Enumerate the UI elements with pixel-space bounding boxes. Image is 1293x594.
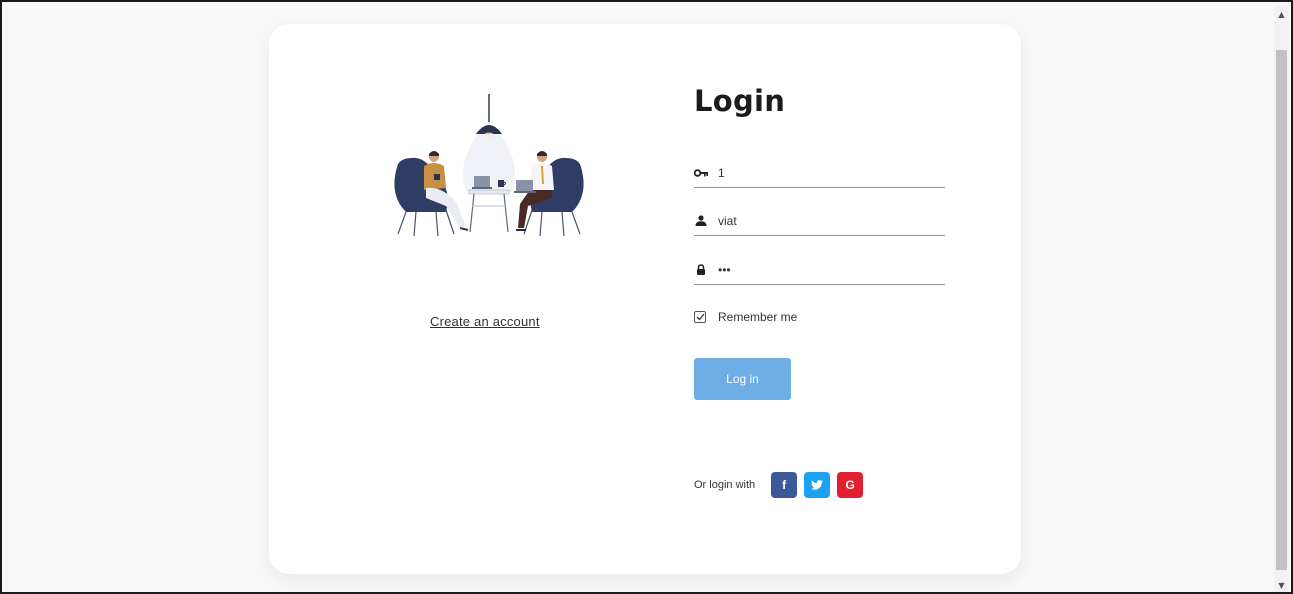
scroll-up-arrow-icon[interactable]: ▲ — [1274, 6, 1289, 23]
login-button[interactable]: Log in — [694, 358, 791, 400]
create-account-link[interactable]: Create an account — [430, 314, 540, 329]
social-login-label: Or login with — [694, 479, 756, 491]
password-value: ••• — [718, 262, 731, 277]
check-icon — [696, 313, 705, 321]
google-icon: G — [845, 478, 855, 492]
lock-icon — [694, 263, 708, 277]
username-value: viat — [718, 213, 737, 228]
vertical-scrollbar[interactable]: ▲ ▼ — [1274, 6, 1289, 592]
meeting-illustration — [394, 94, 584, 237]
social-login: Or login with f G — [694, 472, 870, 498]
google-login-button[interactable]: G — [837, 472, 864, 498]
key-field[interactable]: 1 — [694, 158, 945, 188]
scroll-thumb[interactable] — [1276, 50, 1287, 570]
twitter-bird-icon — [811, 480, 824, 490]
user-icon — [694, 214, 708, 228]
password-field[interactable]: ••• — [694, 255, 945, 285]
username-field[interactable]: viat — [694, 206, 945, 236]
twitter-login-button[interactable] — [804, 472, 831, 498]
remember-me[interactable]: Remember me — [694, 310, 797, 324]
facebook-icon: f — [782, 478, 787, 492]
key-value: 1 — [718, 165, 725, 180]
remember-checkbox[interactable] — [694, 311, 706, 323]
page-viewport: Create an account Login 1 viat ••• Remem… — [10, 6, 1277, 592]
page-title: Login — [694, 84, 786, 118]
browser-frame: Create an account Login 1 viat ••• Remem… — [0, 0, 1293, 594]
login-card: Create an account Login 1 viat ••• Remem… — [269, 24, 1021, 574]
key-icon — [694, 166, 708, 180]
facebook-login-button[interactable]: f — [771, 472, 798, 498]
remember-label: Remember me — [718, 310, 798, 324]
scroll-down-arrow-icon[interactable]: ▼ — [1274, 577, 1289, 592]
